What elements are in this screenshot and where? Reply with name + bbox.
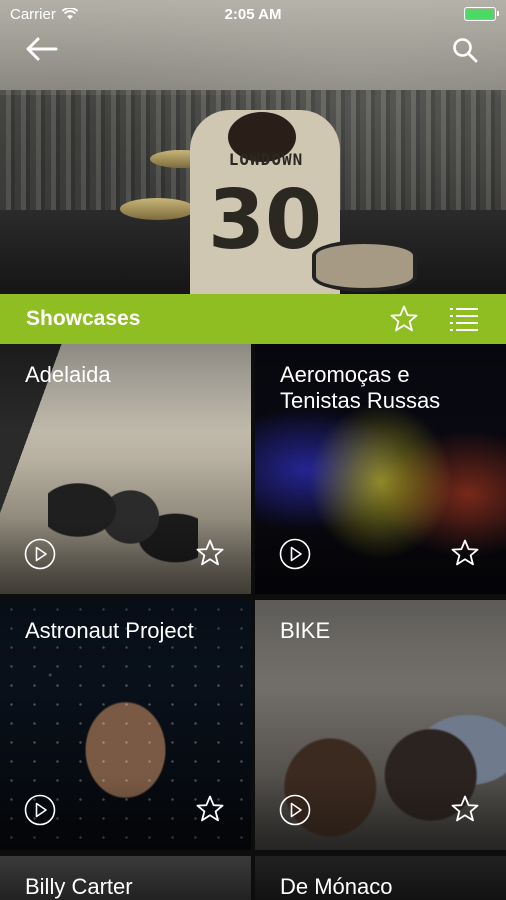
favorites-filter-button[interactable] [388,303,420,335]
play-icon[interactable] [279,794,311,826]
showcase-card[interactable]: Billy Carter [0,856,251,900]
hero-shirt-number: 30 [207,173,323,268]
star-outline-icon[interactable] [450,794,480,824]
carrier-label: Carrier [10,5,56,23]
status-left: Carrier [10,6,78,23]
section-header: Showcases [0,294,506,344]
showcase-card[interactable]: Astronaut Project [0,600,251,850]
hero-shirt-text: LOWDOWN [228,150,304,169]
status-bar: Carrier 2:05 AM [0,0,506,28]
search-icon [453,38,478,63]
showcase-title: Adelaida [25,362,111,387]
showcase-title: Aeromoças e Tenistas Russas [280,362,441,413]
showcase-title: Billy Carter [25,874,133,899]
star-outline-icon[interactable] [450,538,480,568]
play-icon[interactable] [24,794,56,826]
play-icon[interactable] [24,538,56,570]
hero-drum [312,240,417,292]
list-icon [450,308,478,331]
showcase-title: De Mónaco [280,874,393,899]
showcase-card[interactable]: De Mónaco [255,856,506,900]
back-button[interactable] [22,34,60,64]
hero-cymbal [120,198,195,220]
showcase-card[interactable]: Adelaida [0,344,251,594]
section-title: Showcases [26,307,141,330]
battery-icon [464,7,499,21]
showcase-title: Astronaut Project [25,618,194,643]
showcase-grid: Adelaida Aeromoças e Tenistas Russas Ast… [0,344,506,900]
showcase-card[interactable]: BIKE [255,600,506,850]
search-button[interactable] [449,34,481,66]
star-outline-icon [390,305,418,332]
wifi-icon [61,8,78,20]
battery-level [466,9,494,19]
hero-image: LOWDOWN 30 [0,0,506,294]
showcase-card[interactable]: Aeromoças e Tenistas Russas [255,344,506,594]
star-outline-icon[interactable] [195,794,225,824]
arrow-left-icon [26,37,58,61]
showcase-title: BIKE [280,618,331,643]
star-outline-icon[interactable] [195,538,225,568]
list-view-button[interactable] [448,303,480,335]
play-icon[interactable] [279,538,311,570]
